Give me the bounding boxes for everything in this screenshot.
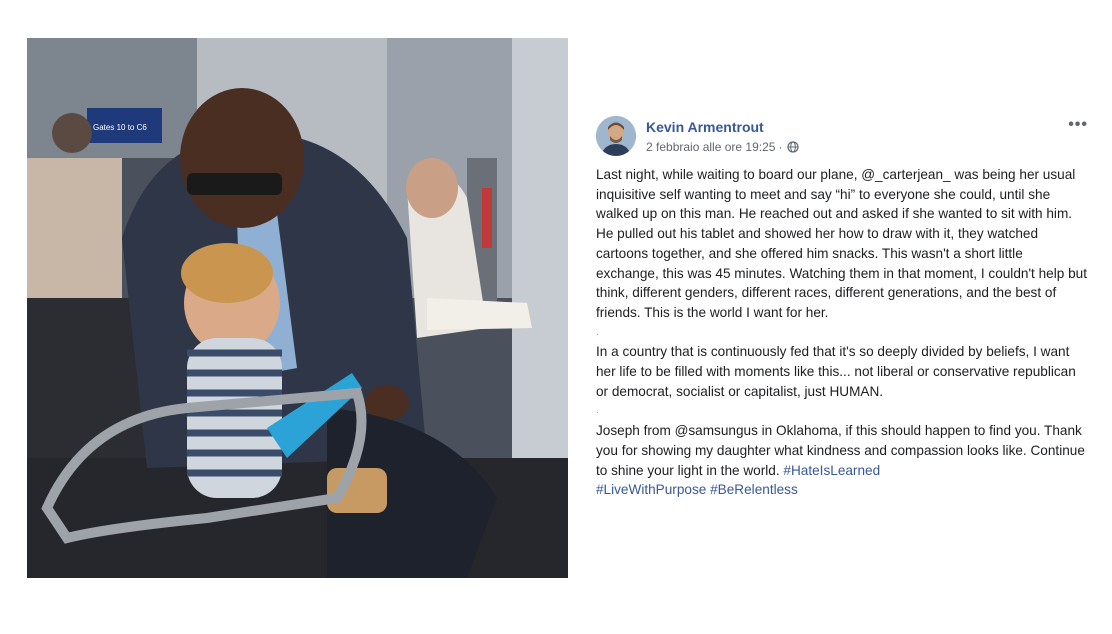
post-meta: 2 febbraio alle ore 19:25 · bbox=[646, 140, 800, 154]
author-name[interactable]: Kevin Armentrout bbox=[646, 119, 764, 135]
author-avatar[interactable] bbox=[596, 116, 636, 156]
post-paragraph-3: Joseph from @samsungus in Oklahoma, if t… bbox=[596, 421, 1088, 500]
hashtag-hateislearned[interactable]: #HateIsLearned bbox=[783, 463, 880, 478]
post-paragraph-2: In a country that is continuously fed th… bbox=[596, 344, 1076, 399]
post-header: Kevin Armentrout 2 febbraio alle ore 19:… bbox=[596, 116, 1096, 160]
paragraph-dot-separator: . bbox=[596, 326, 599, 337]
airport-photo-image: Gates 10 to C6 bbox=[27, 38, 568, 578]
post-timestamp[interactable]: 2 febbraio alle ore 19:25 bbox=[646, 140, 775, 154]
gate-sign-text: Gates 10 to C6 bbox=[93, 123, 147, 132]
globe-icon[interactable] bbox=[787, 141, 800, 153]
more-options-button[interactable]: ••• bbox=[1068, 116, 1088, 134]
hashtag-livewithpurpose[interactable]: #LiveWithPurpose bbox=[596, 482, 706, 497]
paragraph-dot-separator: . bbox=[596, 405, 599, 416]
meta-separator: · bbox=[778, 140, 783, 154]
hashtag-berelentless[interactable]: #BeRelentless bbox=[710, 482, 798, 497]
post-photo[interactable]: Gates 10 to C6 bbox=[27, 38, 568, 578]
avatar-image bbox=[596, 116, 636, 156]
post-paragraph-1: Last night, while waiting to board our p… bbox=[596, 167, 1087, 320]
facebook-post: Gates 10 to C6 Kevin Armentrout 2 febbra… bbox=[0, 0, 1112, 634]
post-body: Last night, while waiting to board our p… bbox=[596, 165, 1088, 500]
